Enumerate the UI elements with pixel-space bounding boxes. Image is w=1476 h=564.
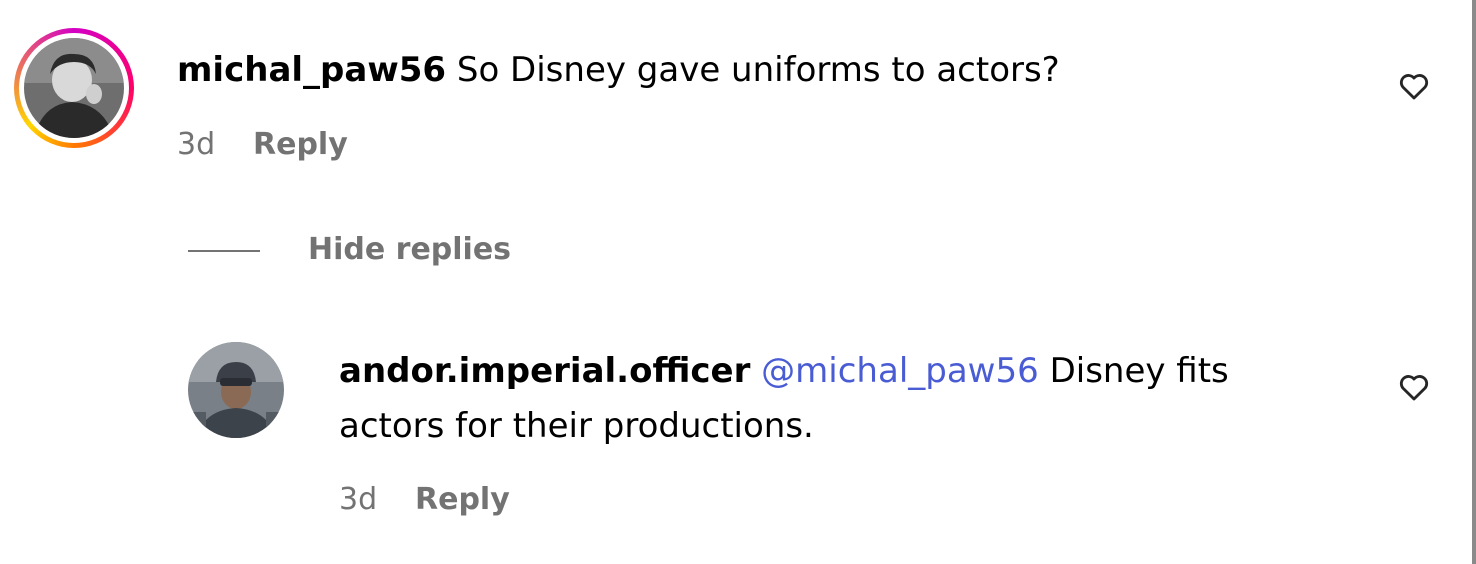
reply-text-line-1: Disney fits [1049,351,1229,391]
avatar-photo-icon [24,38,124,138]
reply-timestamp: 3d [339,482,378,517]
comment-username[interactable]: michal_paw56 [177,50,446,90]
comment-body: michal_paw56 So Disney gave uniforms to … [177,50,1060,90]
comments-panel: michal_paw56 So Disney gave uniforms to … [0,0,1476,564]
replies-divider [188,250,260,252]
scrollbar[interactable] [1472,0,1476,564]
comment-timestamp: 3d [177,127,216,162]
avatar[interactable] [188,342,284,438]
reply-body-line-1: andor.imperial.officer @michal_paw56 Dis… [339,351,1229,391]
reply-button[interactable]: Reply [253,127,348,163]
reply-text-line-2: actors for their productions. [339,406,814,446]
avatar[interactable] [24,38,124,138]
heart-outline-icon[interactable] [1396,69,1432,103]
reply-mention[interactable]: @michal_paw56 [761,351,1039,391]
reply-button[interactable]: Reply [415,482,510,518]
reply-body-line-2: actors for their productions. [339,406,814,446]
reply-username[interactable]: andor.imperial.officer [339,351,750,391]
avatar-photo-icon [188,342,284,438]
hide-replies-button[interactable]: Hide replies [308,231,511,269]
heart-outline-icon[interactable] [1396,370,1432,404]
comment-text: So Disney gave uniforms to actors? [456,50,1060,90]
